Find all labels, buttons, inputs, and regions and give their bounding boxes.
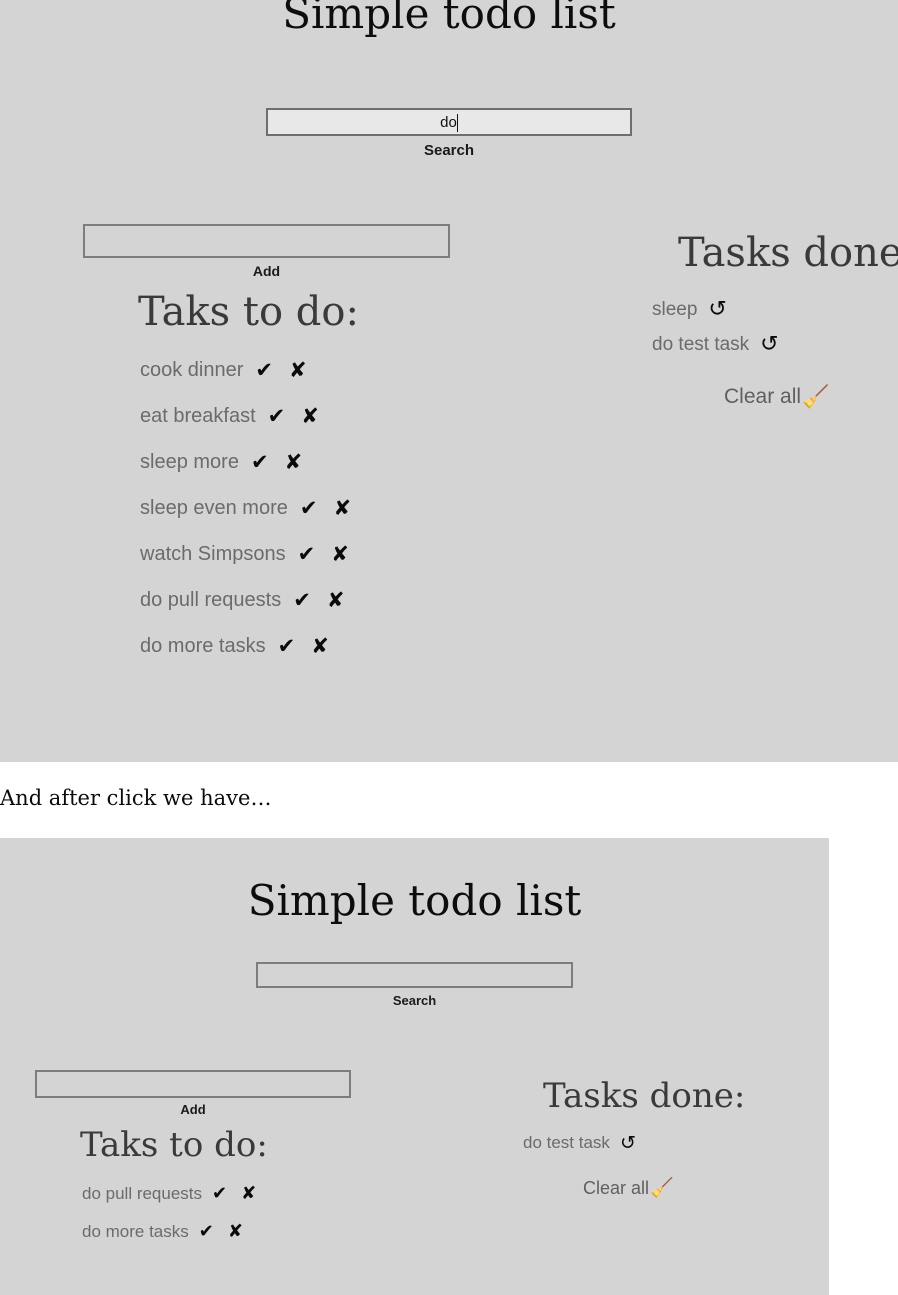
cross-icon[interactable]: ✘ xyxy=(333,497,351,519)
done-list: do test task ↺ xyxy=(523,1128,805,1158)
search-input[interactable]: do xyxy=(266,108,632,136)
task-label: sleep even more xyxy=(140,496,288,519)
content-columns: Add Taks to do: cook dinner ✔ ✘ eat brea… xyxy=(0,224,898,694)
task-row: watch Simpsons ✔ ✘ xyxy=(140,531,513,577)
check-icon[interactable]: ✔ xyxy=(278,635,296,657)
check-icon[interactable]: ✔ xyxy=(293,589,311,611)
todo-column: Add Taks to do: do pull requests ✔ ✘ do … xyxy=(35,1070,435,1251)
check-icon[interactable]: ✔ xyxy=(268,405,286,427)
page-title: Simple todo list xyxy=(282,0,616,38)
search-input[interactable] xyxy=(256,962,573,988)
task-label: cook dinner xyxy=(140,358,244,381)
done-row: do test task ↺ xyxy=(652,327,898,362)
add-task-input[interactable] xyxy=(35,1070,351,1098)
cross-icon[interactable]: ✘ xyxy=(301,405,319,427)
text-caret xyxy=(456,114,458,132)
done-heading: Tasks done: xyxy=(678,230,898,276)
cross-icon[interactable]: ✘ xyxy=(289,359,307,381)
done-label: do test task xyxy=(652,333,750,355)
undo-icon[interactable]: ↺ xyxy=(620,1133,636,1153)
add-task-input[interactable] xyxy=(83,224,450,258)
task-label: watch Simpsons xyxy=(140,542,286,565)
task-label: do pull requests xyxy=(82,1184,203,1203)
todo-heading: Taks to do: xyxy=(80,1125,268,1165)
cross-icon[interactable]: ✘ xyxy=(241,1185,256,1203)
todo-list: cook dinner ✔ ✘ eat breakfast ✔ ✘ sleep … xyxy=(140,347,513,669)
done-list: sleep ↺ do test task ↺ xyxy=(652,292,898,362)
done-label: sleep xyxy=(652,298,698,320)
check-icon[interactable]: ✔ xyxy=(251,451,269,473)
done-heading: Tasks done: xyxy=(543,1076,746,1116)
search-area: do Search xyxy=(0,108,898,159)
task-row: eat breakfast ✔ ✘ xyxy=(140,393,513,439)
broom-icon: 🧹 xyxy=(802,384,830,409)
search-button[interactable]: Search xyxy=(0,993,829,1008)
task-row: do pull requests ✔ ✘ xyxy=(140,577,513,623)
todo-app-screenshot-before: Simple todo list do Search Add Taks to d… xyxy=(0,0,898,762)
cross-icon[interactable]: ✘ xyxy=(327,589,345,611)
done-row: sleep ↺ xyxy=(652,292,898,327)
task-row: do pull requests ✔ ✘ xyxy=(82,1175,435,1213)
caption-text: And after click we have… xyxy=(0,786,272,810)
clear-all-label: Clear all xyxy=(724,385,802,408)
content-columns: Add Taks to do: do pull requests ✔ ✘ do … xyxy=(0,1070,829,1295)
task-row: sleep even more ✔ ✘ xyxy=(140,485,513,531)
task-label: eat breakfast xyxy=(140,404,256,427)
add-button[interactable]: Add xyxy=(83,263,450,279)
clear-all-button[interactable]: Clear all 🧹 xyxy=(583,1176,805,1200)
task-label: do more tasks xyxy=(82,1222,189,1241)
task-row: sleep more ✔ ✘ xyxy=(140,439,513,485)
task-row: cook dinner ✔ ✘ xyxy=(140,347,513,393)
todo-list: do pull requests ✔ ✘ do more tasks ✔ ✘ xyxy=(82,1175,435,1251)
check-icon[interactable]: ✔ xyxy=(298,543,316,565)
check-icon[interactable]: ✔ xyxy=(212,1185,227,1203)
task-label: do more tasks xyxy=(140,634,266,657)
cross-icon[interactable]: ✘ xyxy=(311,635,329,657)
document-page: Simple todo list do Search Add Taks to d… xyxy=(0,0,898,1295)
todo-column: Add Taks to do: cook dinner ✔ ✘ eat brea… xyxy=(83,224,513,669)
cross-icon[interactable]: ✘ xyxy=(331,543,349,565)
task-label: sleep more xyxy=(140,450,239,473)
cross-icon[interactable]: ✘ xyxy=(285,451,303,473)
task-label: do pull requests xyxy=(140,588,282,611)
task-row: do more tasks ✔ ✘ xyxy=(140,623,513,669)
search-area: Search xyxy=(0,962,829,1008)
check-icon[interactable]: ✔ xyxy=(300,497,318,519)
search-input-value: do xyxy=(440,114,457,131)
check-icon[interactable]: ✔ xyxy=(255,359,273,381)
todo-app-screenshot-after: Simple todo list Search Add Taks to do: … xyxy=(0,838,829,1295)
task-row: do more tasks ✔ ✘ xyxy=(82,1213,435,1251)
undo-icon[interactable]: ↺ xyxy=(760,333,778,356)
clear-all-button[interactable]: Clear all 🧹 xyxy=(724,384,898,410)
clear-all-label: Clear all xyxy=(583,1177,650,1198)
check-icon[interactable]: ✔ xyxy=(199,1223,214,1241)
broom-icon: 🧹 xyxy=(650,1178,674,1199)
cross-icon[interactable]: ✘ xyxy=(228,1223,243,1241)
done-column: Tasks done: sleep ↺ do test task ↺ Clear… xyxy=(640,224,898,410)
add-button[interactable]: Add xyxy=(35,1102,351,1117)
search-button[interactable]: Search xyxy=(0,142,898,159)
done-column: Tasks done: do test task ↺ Clear all 🧹 xyxy=(505,1070,805,1200)
done-label: do test task xyxy=(523,1133,610,1152)
done-row: do test task ↺ xyxy=(523,1128,805,1158)
undo-icon[interactable]: ↺ xyxy=(708,298,726,321)
todo-heading: Taks to do: xyxy=(138,289,359,335)
page-title: Simple todo list xyxy=(247,876,582,925)
